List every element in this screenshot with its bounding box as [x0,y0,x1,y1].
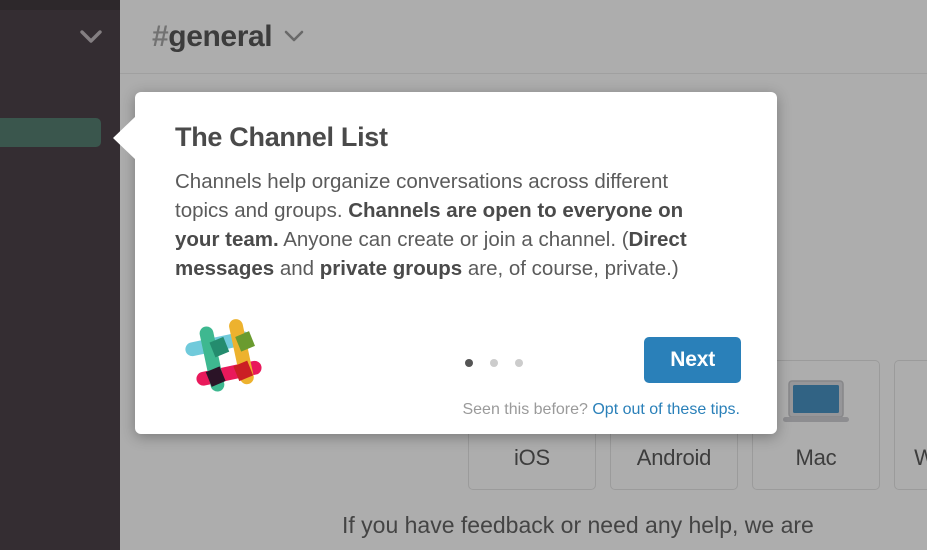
tip-modal-pointer-arrow [113,116,136,160]
tip-step-dot-1[interactable] [465,359,473,367]
tip-modal-footer: Next Seen this before? Opt out of these … [175,307,743,417]
tip-body-text-2: Anyone can create or join a channel. ( [279,228,629,251]
sidebar-collapse-chevron-down-icon[interactable] [78,24,104,50]
opt-out-prefix: Seen this before? [462,401,592,418]
platform-label: Mac [796,445,837,471]
sidebar-item-active-channel[interactable] [0,118,101,147]
tip-step-dot-3[interactable] [515,359,523,367]
channel-header: #general [120,0,927,74]
sidebar-top-bar [0,0,120,10]
tip-step-dot-2[interactable] [490,359,498,367]
slack-hash-logo-icon [183,313,275,405]
tip-body-bold-3: private groups [320,257,462,280]
next-button[interactable]: Next [644,337,741,383]
platform-label: Android [637,445,711,471]
platform-card-windows[interactable]: Windows [894,360,927,490]
sidebar: s :: [0,0,120,550]
feedback-text: If you have feedback or need any help, w… [342,512,814,539]
platform-label: iOS [514,445,550,471]
platform-label: Windows [914,445,927,471]
channel-dropdown-chevron-down-icon[interactable] [284,30,304,43]
page-title[interactable]: #general [152,20,272,54]
windows-logo-icon [895,361,927,445]
tip-modal-step-dots [465,359,523,367]
opt-out-link[interactable]: Opt out of these tips. [592,401,740,418]
channel-name-text: general [168,20,272,53]
tip-modal-body: Channels help organize conversations acr… [175,167,721,283]
opt-out-row: Seen this before? Opt out of these tips. [462,401,740,419]
tip-body-text-3: and [274,257,320,280]
tip-modal-title: The Channel List [175,122,743,153]
tip-modal: The Channel List Channels help organize … [135,92,777,434]
hash-icon: # [152,20,168,53]
tip-body-text-4: are, of course, private.) [462,257,678,280]
